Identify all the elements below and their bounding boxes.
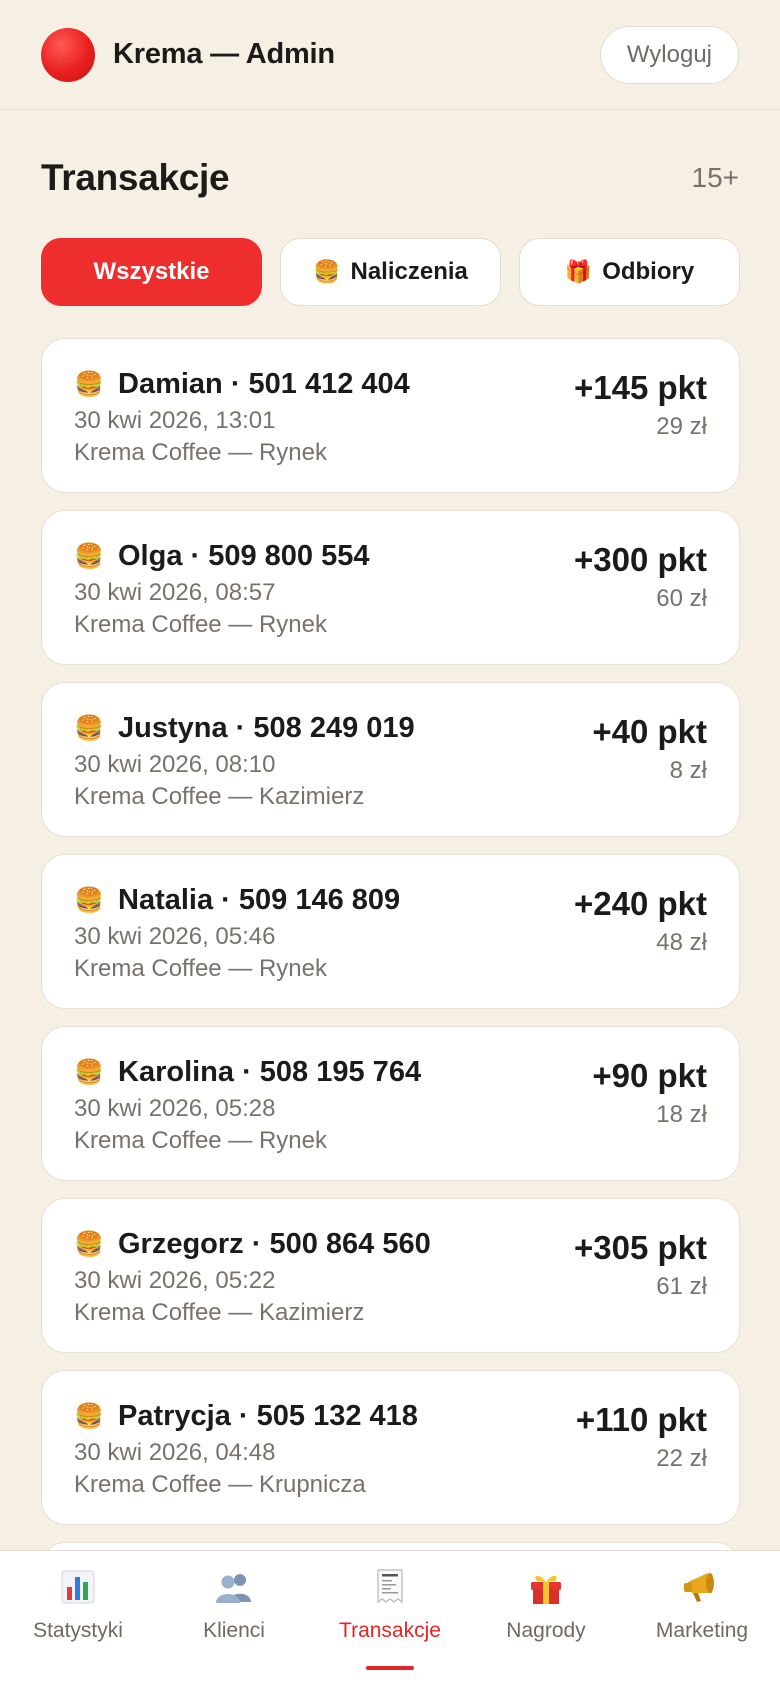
transaction-count: 15+ (691, 162, 740, 193)
transaction-card[interactable]: 🍔 Karolina · 508 195 764 30 kwi 2026, 05:… (41, 1026, 740, 1181)
gift-icon: 🎁 (564, 259, 593, 284)
points-value: +145 pkt (574, 369, 707, 406)
top-bar: Krema — Admin Wyloguj (0, 0, 780, 110)
points-value: +240 pkt (574, 885, 707, 922)
burger-icon: 🍔 (313, 259, 341, 284)
nav-item-nagrody[interactable]: Nagrody (468, 1551, 624, 1688)
amount-value: 48 zł (656, 929, 707, 956)
amount-value: 29 zł (656, 413, 707, 440)
nav-label: Klienci (203, 1619, 265, 1642)
tab-all[interactable]: Wszystkie (41, 238, 262, 306)
burger-icon: 🍔 (74, 1058, 104, 1086)
tab-label: Odbiory (602, 258, 695, 285)
bar-chart-icon (58, 1567, 98, 1607)
nav-label: Statystyki (33, 1619, 123, 1642)
customer-name-phone: Natalia · 509 146 809 (118, 883, 401, 916)
page-title: Transakcje (41, 157, 230, 198)
customer-name-phone: Grzegorz · 500 864 560 (118, 1227, 431, 1260)
customer-name-phone: Olga · 509 800 554 (118, 539, 370, 572)
receipt-icon (370, 1567, 410, 1607)
nav-label: Marketing (655, 1619, 749, 1642)
transaction-card[interactable]: 🍔 Damian · 501 412 404 30 kwi 2026, 13:01… (41, 338, 740, 493)
customer-name-phone: Damian · 501 412 404 (118, 367, 410, 400)
nav-item-marketing[interactable]: Marketing (624, 1551, 780, 1688)
burger-icon: 🍔 (74, 542, 104, 570)
points-value: +300 pkt (574, 541, 707, 578)
tab-accruals[interactable]: 🍔 Naliczenia (280, 238, 501, 306)
gift-icon (526, 1567, 566, 1607)
logo-icon (41, 27, 95, 82)
amount-value: 61 zł (656, 1273, 707, 1300)
amount-value: 22 zł (656, 1445, 707, 1472)
burger-icon: 🍔 (74, 1402, 104, 1430)
transaction-card[interactable]: 🍔 Justyna · 508 249 019 30 kwi 2026, 08:1… (41, 682, 740, 837)
customer-name-phone: Karolina · 508 195 764 (118, 1055, 422, 1088)
tab-redemptions[interactable]: 🎁 Odbiory (519, 238, 740, 306)
burger-icon: 🍔 (74, 370, 104, 398)
amount-value: 18 zł (656, 1101, 707, 1128)
points-value: +110 pkt (575, 1401, 707, 1438)
tab-label: Wszystkie (93, 258, 210, 285)
amount-value: 8 zł (669, 757, 707, 784)
points-value: +40 pkt (592, 713, 707, 750)
nav-item-transakcje[interactable]: Transakcje (312, 1551, 468, 1688)
customer-name-phone: Patrycja · 505 132 418 (118, 1399, 418, 1432)
transaction-card[interactable]: 🍔 Patrycja · 505 132 418 30 kwi 2026, 04:… (41, 1370, 740, 1525)
transaction-card[interactable]: 🍔 Grzegorz · 500 864 560 30 kwi 2026, 05:… (41, 1198, 740, 1353)
filter-tabs: Wszystkie 🍔 Naliczenia 🎁 Odbiory (41, 238, 740, 306)
transaction-list: 🍔 Damian · 501 412 404 30 kwi 2026, 13:01… (41, 338, 740, 1599)
nav-label: Nagrody (506, 1619, 586, 1642)
active-indicator (366, 1666, 414, 1670)
logout-button[interactable]: Wyloguj (599, 25, 739, 84)
section-header: Transakcje 15+ (41, 150, 739, 206)
amount-value: 60 zł (656, 585, 707, 612)
tab-label: Naliczenia (350, 258, 468, 285)
transaction-card[interactable]: 🍔 Olga · 509 800 554 30 kwi 2026, 08:57 K… (41, 510, 740, 665)
customer-name-phone: Justyna · 508 249 019 (118, 711, 415, 744)
burger-icon: 🍔 (74, 714, 104, 742)
users-icon (214, 1567, 254, 1607)
points-value: +90 pkt (592, 1057, 707, 1094)
burger-icon: 🍔 (74, 1230, 104, 1258)
app-title: Krema — Admin (113, 38, 335, 70)
points-value: +305 pkt (574, 1229, 707, 1266)
burger-icon: 🍔 (74, 886, 104, 914)
megaphone-icon (682, 1567, 722, 1607)
nav-label: Transakcje (339, 1619, 441, 1642)
nav-item-statystyki[interactable]: Statystyki (0, 1551, 156, 1688)
nav-item-klienci[interactable]: Klienci (156, 1551, 312, 1688)
transaction-card[interactable]: 🍔 Natalia · 509 146 809 30 kwi 2026, 05:4… (41, 854, 740, 1009)
bottom-nav: Statystyki Klienci Transakcje Nagrody Ma… (0, 1550, 780, 1688)
